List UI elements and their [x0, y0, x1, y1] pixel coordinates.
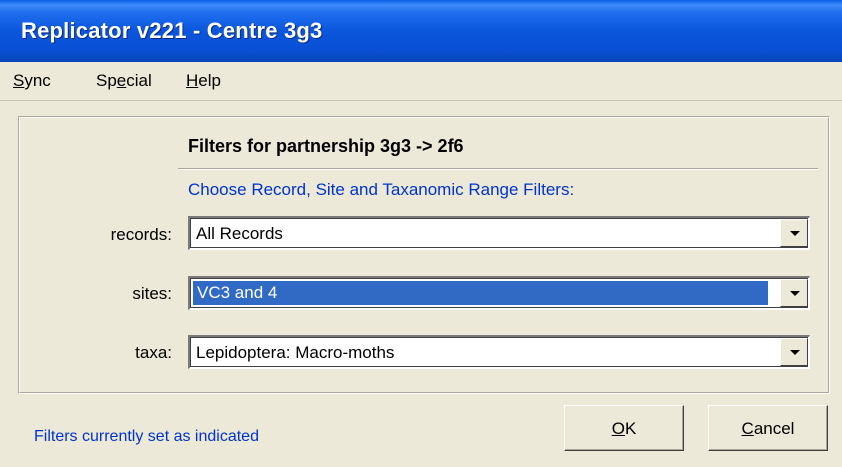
ok-mnemonic: O [611, 419, 625, 438]
cancel-mnemonic: C [741, 419, 754, 438]
menu-help[interactable]: Help [186, 71, 221, 91]
menu-sync-label: ync [24, 71, 51, 90]
menu-special-label-a: Sp [96, 71, 117, 90]
cancel-label-rest: ancel [753, 419, 795, 438]
menu-help-mnemonic: H [186, 71, 199, 90]
sites-select[interactable]: VC3 and 4 [188, 276, 810, 310]
ok-button[interactable]: OK [564, 405, 684, 451]
chevron-down-icon [790, 350, 800, 355]
menu-special-label-b: cial [126, 71, 152, 90]
taxa-label: taxa: [135, 343, 172, 362]
sites-label: sites: [132, 284, 172, 303]
filters-subheading: Choose Record, Site and Taxanomic Range … [188, 180, 575, 199]
chevron-down-icon [790, 231, 800, 236]
window-title: Replicator v221 - Centre 3g3 [21, 18, 323, 43]
taxa-dropdown-button[interactable] [780, 338, 808, 366]
taxa-select[interactable]: Lepidoptera: Macro-moths [188, 335, 810, 369]
menu-special-mnemonic: e [116, 71, 127, 90]
filters-heading: Filters for partnership 3g3 -> 2f6 [188, 136, 464, 156]
chevron-down-icon [790, 291, 800, 296]
taxa-value: Lepidoptera: Macro-moths [196, 343, 395, 362]
menu-sync-mnemonic: S [13, 71, 25, 90]
title-bar[interactable]: Replicator v221 - Centre 3g3 [0, 0, 842, 62]
status-message: Filters currently set as indicated [34, 428, 259, 445]
records-value: All Records [196, 224, 283, 243]
records-label: records: [110, 225, 172, 244]
menu-sync[interactable]: Sync [13, 71, 51, 91]
sites-dropdown-button[interactable] [780, 279, 808, 307]
records-dropdown-button[interactable] [780, 219, 808, 247]
ok-button-label: OK [565, 419, 683, 439]
menu-special[interactable]: Special [96, 71, 152, 91]
sites-value: VC3 and 4 [193, 281, 768, 305]
dialog-window: Replicator v221 - Centre 3g3 Sync Specia… [0, 0, 842, 467]
cancel-button[interactable]: Cancel [708, 405, 828, 451]
records-select[interactable]: All Records [188, 216, 810, 250]
menu-bar: Sync Special Help [0, 62, 842, 101]
menu-help-label: elp [198, 71, 221, 90]
cancel-button-label: Cancel [709, 419, 827, 439]
heading-divider [178, 168, 818, 170]
ok-label-rest: K [624, 419, 637, 438]
